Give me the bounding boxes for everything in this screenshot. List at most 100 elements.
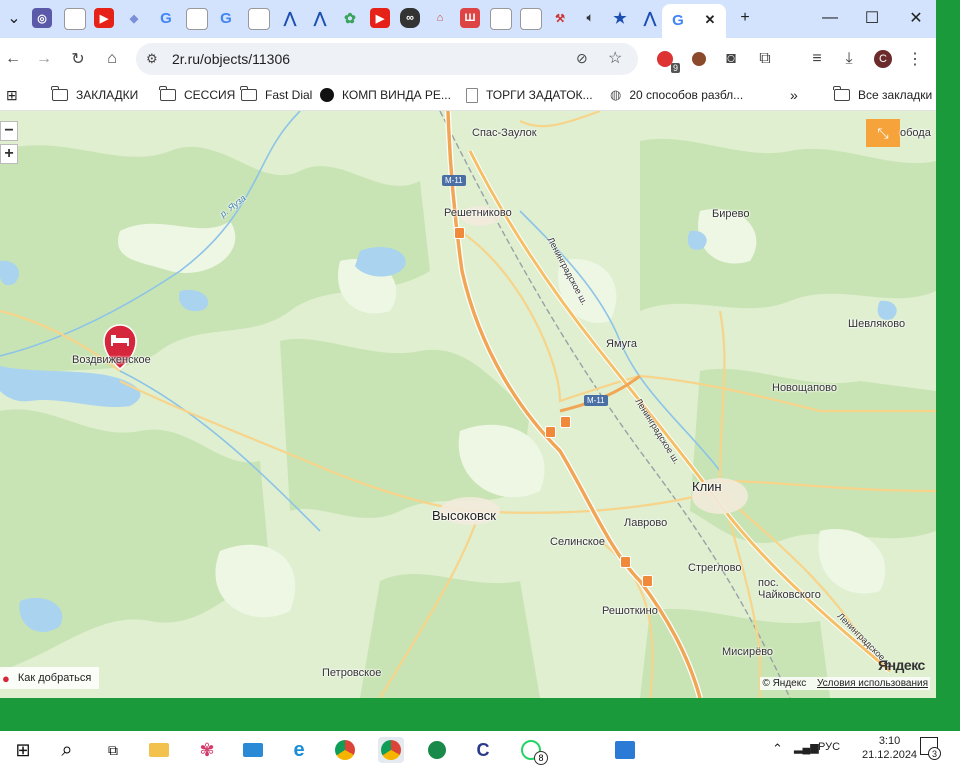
tab-google-icon[interactable]: G — [216, 8, 236, 28]
fullscreen-button[interactable]: ⤡ — [866, 119, 900, 147]
menu-button[interactable]: ⋮ — [902, 46, 928, 72]
folder-icon — [149, 743, 169, 757]
internet-explorer-button[interactable]: e — [286, 737, 312, 763]
clock[interactable]: 3:10 21.12.2024 — [862, 734, 917, 762]
all-bookmarks-button[interactable]: Все закладки — [833, 86, 932, 104]
map-label: Высоковск — [432, 508, 496, 523]
app-green-button[interactable] — [424, 737, 450, 763]
yandex-logo: Яндекс — [878, 657, 925, 673]
extensions-button[interactable]: ⧉ — [752, 46, 778, 72]
map-label: обода — [900, 127, 931, 139]
tab-link-icon[interactable]: ∞ — [400, 8, 420, 28]
tray-expand-button[interactable]: ⌃ — [772, 741, 783, 757]
zoom-in-button[interactable]: + — [0, 144, 18, 164]
network-button[interactable]: ▂▄▆ — [794, 741, 819, 754]
notifications-button[interactable]: 3 — [920, 737, 941, 760]
bookmark-star-icon[interactable]: ☆ — [608, 48, 622, 68]
map-label: Клин — [692, 479, 722, 494]
search-button[interactable]: ⌕ — [54, 737, 80, 763]
tab-blank-icon[interactable] — [64, 8, 86, 30]
app-flower-button[interactable]: ✾ — [194, 737, 220, 763]
chrome-button[interactable] — [332, 737, 358, 763]
tab-favicon-icon[interactable]: ◎ — [32, 8, 52, 28]
bookmark-sessiya[interactable]: СЕССИЯ — [159, 86, 236, 104]
language-indicator[interactable]: РУС — [818, 741, 840, 753]
tab-diamond-icon[interactable]: ◆ — [124, 8, 144, 28]
bookmark-label: СЕССИЯ — [184, 88, 236, 102]
signal-icon: ▂▄▆ — [794, 742, 819, 754]
extension-abp-button[interactable]: 9 — [652, 46, 680, 73]
tab-audio-icon[interactable]: 🔈︎ — [580, 8, 600, 28]
plus-icon: + — [4, 145, 14, 162]
tab-avito-icon[interactable]: ⋀ — [310, 8, 330, 28]
tab-star-icon[interactable]: ★ — [610, 8, 630, 28]
map-label: Селинское — [550, 536, 606, 548]
map-label: Воздвиженское — [72, 354, 151, 366]
address-bar[interactable]: ⚙ 2r.ru/objects/11306 ⊘ ☆ — [136, 43, 638, 75]
tab-blank-icon[interactable] — [186, 8, 208, 30]
route-link[interactable]: ● Как добраться — [0, 667, 100, 689]
tab-blank-icon[interactable] — [248, 8, 270, 30]
tab-blank-icon[interactable] — [520, 8, 542, 30]
back-button[interactable]: ← — [0, 46, 26, 72]
reload-button[interactable]: ↻ — [65, 46, 91, 72]
tab-red-icon[interactable]: Ш — [460, 8, 480, 28]
tab-apps-icon[interactable]: ✿ — [340, 8, 360, 28]
active-tab-google-icon: G — [672, 11, 684, 29]
home-button[interactable]: ⌂ — [99, 46, 125, 72]
bookmark-label: Fast Dial — [265, 88, 313, 102]
zoom-out-button[interactable]: − — [0, 121, 18, 141]
minimize-button[interactable]: — — [816, 6, 844, 30]
url-text[interactable]: 2r.ru/objects/11306 — [172, 51, 290, 67]
media-button[interactable]: ≡ — [804, 46, 830, 72]
app-card-button[interactable] — [240, 737, 266, 763]
start-button[interactable]: ⊞ — [10, 737, 36, 763]
app-c-button[interactable]: C — [470, 737, 496, 763]
file-explorer-button[interactable] — [146, 737, 172, 763]
yandex-map[interactable]: − + ⤡ Спас-Заулок обода Решетниково Бире… — [0, 111, 936, 698]
bookmark-komp[interactable]: КОМП ВИНДА РЕ... — [320, 86, 451, 104]
new-tab-button[interactable]: + — [731, 6, 759, 30]
active-tab[interactable]: G ✕ — [662, 4, 726, 38]
tab-search-chevron-icon[interactable]: ⌄ — [0, 6, 28, 30]
tab-blank-icon[interactable] — [490, 8, 512, 30]
tab-youtube-icon[interactable]: ▶ — [94, 8, 114, 28]
close-window-button[interactable]: ✕ — [902, 6, 930, 30]
fuel-station-icon[interactable] — [620, 556, 631, 568]
extension-monkey-button[interactable] — [686, 46, 712, 72]
tab-avito-icon[interactable]: ⋀ — [640, 8, 660, 28]
browser-toolbar: ← → ↻ ⌂ ⚙ 2r.ru/objects/11306 ⊘ ☆ 9 ◙ ⧉ … — [0, 38, 936, 80]
forward-button[interactable]: → — [31, 46, 57, 72]
globe-icon: ◍ — [610, 87, 622, 102]
task-view-button[interactable]: ⧉ — [100, 737, 126, 763]
map-canvas — [0, 111, 936, 698]
tab-youtube-icon[interactable]: ▶ — [370, 8, 390, 28]
bookmark-torgi[interactable]: ТОРГИ ЗАДАТОК... — [466, 86, 593, 104]
app-blue-button[interactable] — [612, 737, 638, 763]
minus-icon: − — [4, 122, 14, 139]
more-bookmarks-button[interactable]: » — [790, 86, 798, 104]
eye-off-icon[interactable]: ⊘ — [576, 50, 588, 67]
bookmark-20-sposobov[interactable]: ◍ 20 способов разбл... — [610, 86, 743, 104]
tab-hammer-icon[interactable]: ⚒ — [550, 8, 570, 28]
chrome-profile-button[interactable] — [378, 737, 404, 763]
fuel-station-icon[interactable] — [545, 426, 556, 438]
map-label: Мисирёво — [722, 646, 774, 658]
tab-bank-icon[interactable]: ⌂ — [430, 8, 450, 28]
site-info-icon[interactable]: ⚙ — [146, 51, 158, 67]
fuel-station-icon[interactable] — [642, 575, 653, 587]
maximize-button[interactable]: ☐ — [858, 6, 886, 30]
profile-button[interactable]: С — [870, 46, 896, 72]
bookmark-fast-dial[interactable]: Fast Dial — [240, 86, 313, 104]
fuel-station-icon[interactable] — [560, 416, 571, 428]
bookmark-zakladki[interactable]: ЗАКЛАДКИ — [51, 86, 138, 104]
apps-button[interactable]: ⊞ — [6, 86, 18, 104]
tab-google-icon[interactable]: G — [156, 8, 176, 28]
tab-close-icon[interactable]: ✕ — [700, 10, 720, 30]
tab-avito-icon[interactable]: ⋀ — [280, 8, 300, 28]
terms-link[interactable]: Условия использования — [817, 678, 928, 689]
downloads-button[interactable]: ⤓ — [836, 46, 862, 72]
whatsapp-button[interactable]: 8 — [518, 737, 548, 765]
camera-button[interactable]: ◙ — [718, 46, 744, 72]
fuel-station-icon[interactable] — [454, 227, 465, 239]
